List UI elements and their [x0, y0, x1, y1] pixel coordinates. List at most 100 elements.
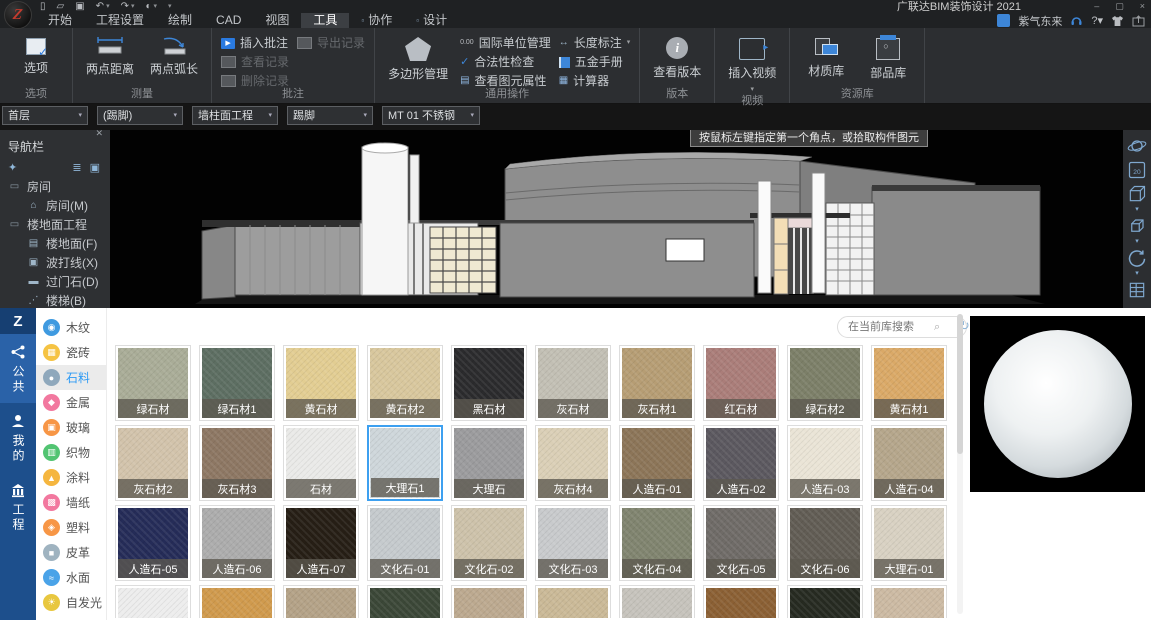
category-item[interactable]: ▦ 瓷砖	[36, 340, 106, 365]
material-tile[interactable]	[115, 585, 191, 618]
export-record-button[interactable]: 导出记录	[297, 36, 365, 50]
material-tile[interactable]	[535, 585, 611, 618]
list-view-icon[interactable]: ≣	[72, 161, 81, 174]
dropdown-select[interactable]: (踢脚)▾	[97, 106, 183, 125]
compass-icon[interactable]: ✦	[8, 161, 17, 174]
save-icon[interactable]: ▣	[75, 0, 84, 13]
menu-tab[interactable]: 视图	[253, 13, 301, 28]
material-tile[interactable]: 红石材	[703, 345, 779, 421]
length-dimension-button[interactable]: ↔ 长度标注 ▾	[559, 36, 631, 50]
material-tile[interactable]	[703, 585, 779, 618]
zoom-scale-button[interactable]: 20	[1126, 159, 1148, 181]
material-tile[interactable]: 文化石-04	[619, 505, 695, 581]
two-point-distance-button[interactable]: 两点距离	[82, 32, 138, 79]
tree-item[interactable]: ▭ 楼地面工程	[0, 215, 110, 234]
category-item[interactable]: ▣ 玻璃	[36, 415, 106, 440]
calculator-button[interactable]: ▦ 计算器	[559, 74, 631, 88]
viewport-3d[interactable]: 按鼠标左键指定第一个角点，或拾取构件图元	[110, 127, 1123, 308]
material-tile[interactable]: 灰石材4	[535, 425, 611, 501]
rotate-view-icon[interactable]	[1126, 247, 1148, 269]
view-version-button[interactable]: i 查看版本	[649, 32, 705, 82]
category-item[interactable]: ● 石料	[36, 365, 106, 390]
material-tile[interactable]: 大理石	[451, 425, 527, 501]
category-item[interactable]: ◈ 塑料	[36, 515, 106, 540]
panel-view-icon[interactable]: ▣	[90, 161, 100, 174]
viewcube-alt-icon[interactable]	[1126, 215, 1148, 237]
rail-item-public[interactable]: 公共	[0, 334, 36, 403]
unit-manage-button[interactable]: 0.00 国际单位管理	[460, 36, 551, 50]
theme-shirt-icon[interactable]	[1111, 15, 1124, 27]
insert-annotation-button[interactable]: ▶ 插入批注	[221, 36, 289, 50]
search-icon[interactable]: ⌕	[934, 321, 940, 334]
new-file-icon[interactable]: ▯	[40, 0, 46, 13]
hardware-manual-button[interactable]: 五金手册	[559, 55, 631, 69]
viewcube-icon[interactable]	[1126, 183, 1148, 205]
material-tile[interactable]: 灰石材1	[619, 345, 695, 421]
category-item[interactable]: ≈ 水面	[36, 565, 106, 590]
material-tile[interactable]: 大理石1	[367, 425, 443, 501]
options-button[interactable]: 选项	[9, 32, 63, 78]
material-tile[interactable]: 大理石-01	[871, 505, 947, 581]
search-input[interactable]	[846, 320, 930, 334]
tree-item[interactable]: ▬ 过门石(D)	[0, 272, 110, 291]
menu-tab[interactable]: ▫ 协作	[349, 13, 404, 28]
material-tile[interactable]: 文化石-02	[451, 505, 527, 581]
search-box[interactable]: ⌕	[837, 316, 967, 338]
material-tile[interactable]: 人造石-06	[199, 505, 275, 581]
category-item[interactable]: ▲ 涂料	[36, 465, 106, 490]
material-tile[interactable]	[619, 585, 695, 618]
element-props-button[interactable]: ▤ 查看图元属性	[460, 74, 551, 88]
tree-item[interactable]: ⌂ 房间(M)	[0, 196, 110, 215]
tree-item[interactable]: ▭ 房间	[0, 177, 110, 196]
dropdown-select[interactable]: MT 01 不锈钢▾	[382, 106, 480, 125]
material-tile[interactable]: 人造石-04	[871, 425, 947, 501]
polygon-manage-button[interactable]: 多边形管理	[384, 32, 452, 84]
material-tile[interactable]: 灰石材3	[199, 425, 275, 501]
dropdown-select[interactable]: 踢脚▾	[287, 106, 373, 125]
material-tile[interactable]: 人造石-01	[619, 425, 695, 501]
legality-check-button[interactable]: ✓ 合法性检查	[460, 55, 551, 69]
category-item[interactable]: ☀ 自发光	[36, 590, 106, 615]
menu-tab[interactable]: 工程设置	[84, 13, 156, 28]
material-tile[interactable]: 绿石材2	[787, 345, 863, 421]
headset-icon[interactable]	[1070, 14, 1083, 27]
rail-item-mine[interactable]: 我的	[0, 403, 36, 472]
material-tile[interactable]	[451, 585, 527, 618]
menu-tab[interactable]: 开始	[36, 13, 84, 28]
tree-item[interactable]: ▣ 波打线(X)	[0, 253, 110, 272]
material-tile[interactable]: 绿石材1	[199, 345, 275, 421]
component-library-button[interactable]: 部品库	[861, 32, 915, 83]
category-item[interactable]: ◉ 木纹	[36, 315, 106, 340]
material-tile[interactable]: 灰石材2	[115, 425, 191, 501]
app-logo-icon[interactable]: Z	[4, 1, 32, 29]
material-tile[interactable]: 灰石材	[535, 345, 611, 421]
more-icon[interactable]: ▾	[168, 0, 172, 13]
material-tile[interactable]: 文化石-03	[535, 505, 611, 581]
orbit-icon[interactable]	[1126, 135, 1148, 157]
material-tile[interactable]: 绿石材	[115, 345, 191, 421]
material-tile[interactable]: 石材	[283, 425, 359, 501]
material-tile[interactable]	[787, 585, 863, 618]
publish-icon[interactable]	[1132, 15, 1145, 27]
delete-record-button[interactable]: 删除记录	[221, 74, 289, 88]
redo-icon[interactable]: ↷▾	[121, 0, 135, 13]
close-button[interactable]: ×	[1140, 0, 1145, 12]
material-tile[interactable]: 人造石-05	[115, 505, 191, 581]
material-library-button[interactable]: 材质库	[799, 32, 853, 81]
material-tile[interactable]: 人造石-03	[787, 425, 863, 501]
menu-tab[interactable]: 绘制	[156, 13, 204, 28]
category-item[interactable]: ▩ 墙纸	[36, 490, 106, 515]
material-tile[interactable]	[283, 585, 359, 618]
material-tile[interactable]: 黑石材	[451, 345, 527, 421]
dropdown-select[interactable]: 墙柱面工程▾	[192, 106, 278, 125]
material-tile[interactable]	[199, 585, 275, 618]
material-tile[interactable]	[871, 585, 947, 618]
material-tile[interactable]: 黄石材2	[367, 345, 443, 421]
material-tile[interactable]: 黄石材	[283, 345, 359, 421]
help-menu[interactable]: ?▾	[1091, 14, 1103, 27]
category-item[interactable]: ◆ 金属	[36, 390, 106, 415]
schedule-table-icon[interactable]	[1126, 279, 1148, 301]
tree-item[interactable]: ▤ 楼地面(F)	[0, 234, 110, 253]
open-file-icon[interactable]: ▱	[57, 0, 65, 13]
insert-video-button[interactable]: 插入视频 ▾	[724, 32, 780, 95]
